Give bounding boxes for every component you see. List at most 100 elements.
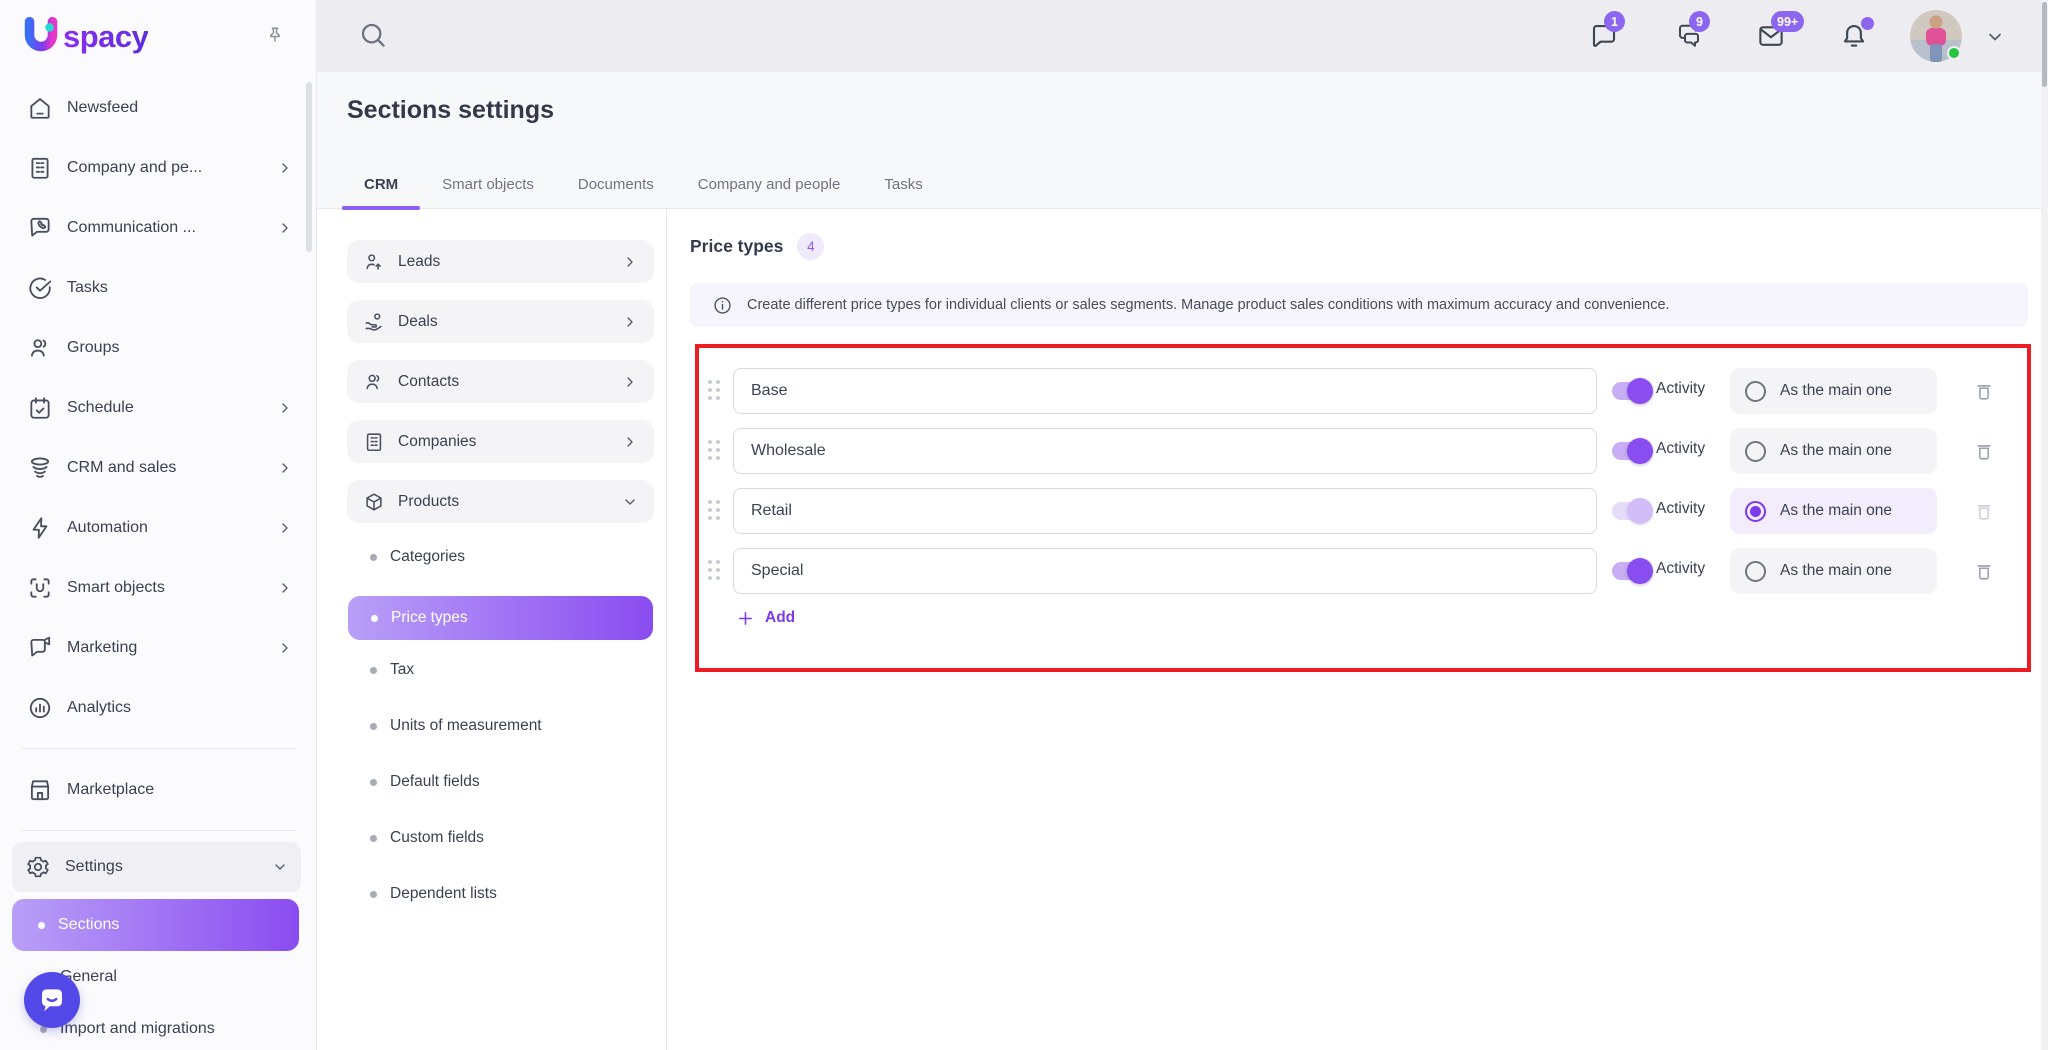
chevron-down-icon <box>622 494 638 510</box>
delete-icon[interactable] <box>1973 500 1995 522</box>
activity-label: Activity <box>1656 560 1706 577</box>
lead-person-icon <box>363 251 385 273</box>
funnel-layers-icon <box>27 455 53 481</box>
group-chats-icon[interactable]: 9 <box>1674 11 1710 51</box>
sidebar-item-settings[interactable]: Settings <box>12 842 301 892</box>
sidebar-item-schedule[interactable]: Schedule <box>14 378 306 438</box>
topbar: 1 9 99+ <box>317 0 2048 72</box>
delete-icon[interactable] <box>1973 560 1995 582</box>
sidebar-item-tasks[interactable]: Tasks <box>14 258 306 318</box>
storefront-icon <box>27 777 53 803</box>
price-type-row: Activity As the main one <box>699 548 2027 594</box>
subnav-item-price-types-active[interactable]: Price types <box>348 596 653 640</box>
sidebar-item-label: Import and migrations <box>60 1020 215 1037</box>
search-icon[interactable] <box>357 19 389 51</box>
drag-handle-icon[interactable] <box>708 500 720 520</box>
subnav-item-products[interactable]: Products <box>347 480 654 523</box>
price-type-row-main: Activity As the main one <box>699 488 2027 534</box>
bullet-icon <box>370 834 377 842</box>
subnav-item-label: Products <box>398 492 460 510</box>
page-header: Sections settings CRM Smart objects Docu… <box>317 72 2048 210</box>
add-price-type-button[interactable]: Add <box>737 609 795 627</box>
activity-toggle[interactable] <box>1612 498 1653 524</box>
add-button-label: Add <box>765 609 796 626</box>
price-type-name-input[interactable] <box>733 428 1597 474</box>
bullet-icon <box>370 722 377 730</box>
chevron-right-icon <box>277 400 293 416</box>
subnav-item-deals[interactable]: Deals <box>347 300 654 343</box>
main-radio-option[interactable]: As the main one <box>1730 368 1937 414</box>
price-type-name-input[interactable] <box>733 488 1597 534</box>
lightning-icon <box>27 515 53 541</box>
chevron-right-icon <box>277 640 293 656</box>
scrollbar-thumb[interactable] <box>2042 2 2047 87</box>
support-chat-button[interactable] <box>24 972 80 1028</box>
sidebar-item-automation[interactable]: Automation <box>14 498 306 558</box>
subnav-item-dependent-lists[interactable]: Dependent lists <box>347 877 666 911</box>
delete-icon[interactable] <box>1973 440 1995 462</box>
subnav-item-leads[interactable]: Leads <box>347 240 654 283</box>
messenger-icon[interactable]: 1 <box>1589 11 1625 51</box>
sidebar-item-groups[interactable]: Groups <box>14 318 306 378</box>
uspacy-logo[interactable]: spacy <box>20 15 149 57</box>
sidebar-item-sections-active[interactable]: Sections <box>12 899 299 951</box>
sidebar-item-newsfeed[interactable]: Newsfeed <box>14 78 306 138</box>
drag-handle-icon[interactable] <box>708 560 720 580</box>
main-radio-option-selected[interactable]: As the main one <box>1730 488 1937 534</box>
main-radio-option[interactable]: As the main one <box>1730 428 1937 474</box>
pin-sidebar-icon[interactable] <box>264 25 286 47</box>
sidebar-scrollbar[interactable] <box>306 82 312 252</box>
subnav-item-companies[interactable]: Companies <box>347 420 654 463</box>
chevron-right-icon <box>622 434 638 450</box>
drag-handle-icon[interactable] <box>708 380 720 400</box>
sidebar-item-label: Newsfeed <box>67 99 139 116</box>
sidebar-item-label: Sections <box>58 916 120 933</box>
subnav-item-tax[interactable]: Tax <box>347 653 666 687</box>
tab-smart-objects[interactable]: Smart objects <box>420 176 556 208</box>
chevron-down-icon[interactable] <box>1985 27 2005 47</box>
subnav-item-label: Price types <box>391 609 468 626</box>
subnav-item-contacts[interactable]: Contacts <box>347 360 654 403</box>
tab-company-and-people[interactable]: Company and people <box>676 176 863 208</box>
subnav-item-custom-fields[interactable]: Custom fields <box>347 821 666 855</box>
sidebar-item-label: Analytics <box>67 699 132 716</box>
subnav-item-label: Tax <box>390 661 415 678</box>
sidebar-item-communication[interactable]: Communication ... <box>14 198 306 258</box>
sidebar-item-marketing[interactable]: Marketing <box>14 618 306 678</box>
sidebar-item-crm-and-sales[interactable]: CRM and sales <box>14 438 306 498</box>
sidebar-item-company-and-people[interactable]: Company and pe... <box>14 138 306 198</box>
chevron-right-icon <box>277 520 293 536</box>
price-type-name-input[interactable] <box>733 548 1597 594</box>
bell-icon[interactable] <box>1839 17 1874 51</box>
tabs: CRM Smart objects Documents Company and … <box>342 176 945 210</box>
subnav-item-label: Companies <box>398 432 477 450</box>
section-title: Price types <box>690 236 784 256</box>
sidebar: spacy Newsfeed Company and pe... Communi… <box>0 0 317 1050</box>
price-type-name-input[interactable] <box>733 368 1597 414</box>
delete-icon[interactable] <box>1973 380 1995 402</box>
sidebar-item-marketplace[interactable]: Marketplace <box>14 760 306 820</box>
tab-crm[interactable]: CRM <box>342 176 421 210</box>
sidebar-item-smart-objects[interactable]: Smart objects <box>14 558 306 618</box>
tab-tasks[interactable]: Tasks <box>862 176 944 208</box>
subnav-item-categories[interactable]: Categories <box>347 540 666 574</box>
drag-handle-icon[interactable] <box>708 440 720 460</box>
activity-toggle[interactable] <box>1612 558 1653 584</box>
deal-hand-icon <box>363 311 385 333</box>
activity-toggle[interactable] <box>1612 378 1653 404</box>
page-scrollbar[interactable] <box>2041 0 2048 1050</box>
sidebar-item-label: Tasks <box>67 279 108 296</box>
subnav-item-default-fields[interactable]: Default fields <box>347 765 666 799</box>
sidebar-item-analytics[interactable]: Analytics <box>14 678 306 738</box>
bullet-icon <box>370 666 377 674</box>
info-banner: Create different price types for individ… <box>690 283 2028 327</box>
info-icon <box>712 295 733 316</box>
scan-object-icon <box>27 575 53 601</box>
tab-documents[interactable]: Documents <box>556 176 676 208</box>
main-radio-option[interactable]: As the main one <box>1730 548 1937 594</box>
subnav-item-units-of-measurement[interactable]: Units of measurement <box>347 709 666 743</box>
activity-toggle[interactable] <box>1612 438 1653 464</box>
chevron-down-icon <box>272 859 288 875</box>
price-types-panel: Price types 4 Create different price typ… <box>667 209 2048 1050</box>
mail-icon[interactable]: 99+ <box>1756 11 1805 51</box>
